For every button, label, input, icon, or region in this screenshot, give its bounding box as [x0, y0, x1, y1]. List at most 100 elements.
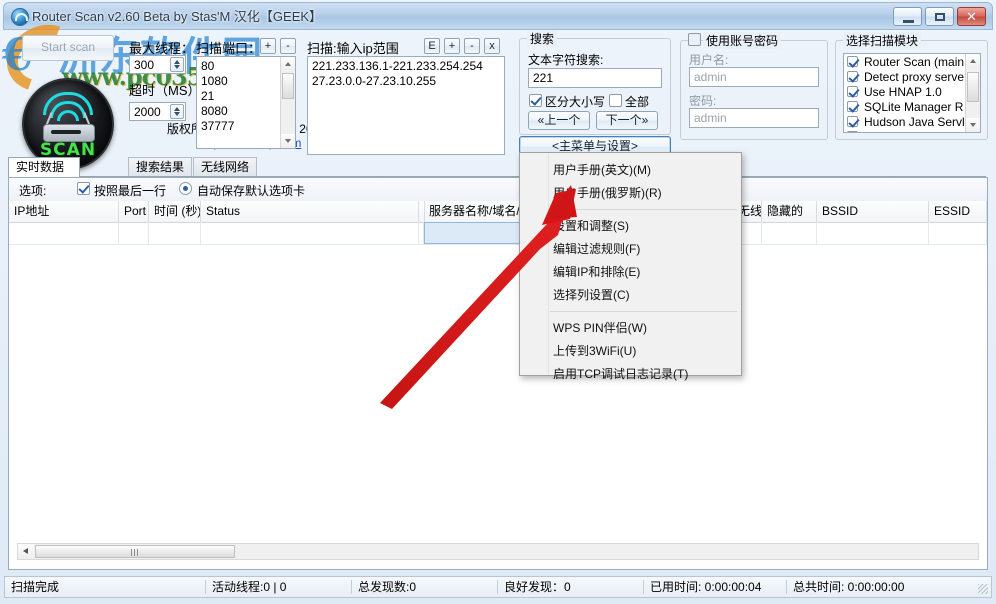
scrollbar-thumb[interactable] — [282, 73, 294, 99]
column-header[interactable]: Status — [201, 201, 419, 222]
use-account-checkbox[interactable] — [688, 33, 701, 46]
autosave-radio[interactable] — [179, 182, 192, 195]
horizontal-scrollbar-thumb[interactable] — [35, 545, 235, 558]
scan-ports-scrollbar[interactable] — [280, 57, 295, 148]
username-label: 用户名: — [689, 51, 728, 68]
scan-port-item[interactable]: 8080 — [197, 104, 279, 119]
scan-port-item[interactable]: 80 — [197, 59, 279, 74]
column-header[interactable]: 隐藏的 — [762, 201, 817, 222]
scroll-up-icon[interactable] — [281, 57, 295, 71]
column-header[interactable]: IP地址 — [9, 201, 119, 222]
start-scan-button[interactable]: Start scan — [22, 35, 114, 61]
table-cell[interactable] — [929, 222, 987, 244]
ip-range-item[interactable]: 221.233.136.1-221.233.254.254 — [312, 59, 504, 74]
search-input[interactable]: 221 — [528, 68, 662, 88]
tab-0[interactable]: 实时数据 — [8, 157, 80, 177]
scroll-up-icon[interactable] — [966, 54, 980, 68]
scrollbar-thumb[interactable] — [967, 72, 979, 102]
ip-range-list[interactable]: 221.233.136.1-221.233.254.25427.23.0.0-2… — [307, 56, 505, 155]
search-all-checkbox[interactable] — [609, 94, 622, 107]
table-cell[interactable] — [9, 222, 119, 244]
status-total-time: 总共时间: 0:00:00:00 — [787, 577, 937, 597]
scan-module-item[interactable]: Hudson Java Servlet — [844, 115, 964, 130]
table-cell[interactable] — [119, 222, 149, 244]
scroll-down-icon[interactable] — [281, 134, 295, 148]
scan-port-item[interactable]: 1080 — [197, 74, 279, 89]
max-threads-spinner[interactable] — [170, 57, 184, 72]
scroll-down-icon[interactable] — [966, 118, 980, 132]
module-checkbox[interactable] — [847, 56, 858, 67]
resize-grip[interactable] — [978, 584, 988, 594]
scan-module-item[interactable]: phpMyAdmin RCE — [844, 130, 964, 133]
menu-item[interactable]: WPS PIN伴侣(W) — [521, 317, 740, 339]
scan-module-item[interactable]: Use HNAP 1.0 — [844, 85, 964, 100]
close-button[interactable]: ✕ — [957, 7, 986, 26]
add-ip-button[interactable]: + — [444, 38, 460, 54]
menu-item[interactable]: 用户手册(俄罗斯)(R) — [521, 182, 740, 204]
menu-separator — [550, 311, 737, 312]
clear-ip-button[interactable]: x — [484, 38, 500, 54]
horizontal-scrollbar[interactable] — [17, 543, 979, 560]
search-all-label: 全部 — [625, 93, 649, 110]
timeout-spinner[interactable] — [170, 104, 184, 119]
module-label: SQLite Manager RCE — [864, 100, 964, 114]
column-header[interactable]: BSSID — [817, 201, 929, 222]
menu-item[interactable]: 上传到3WiFi(U) — [521, 340, 740, 362]
case-sensitive-label: 区分大小写 — [545, 93, 605, 110]
column-header[interactable]: ESSID — [929, 201, 987, 222]
scan-modules-scrollbar[interactable] — [965, 54, 980, 132]
table-cell[interactable] — [762, 222, 817, 244]
menu-item[interactable]: 设置和调整(S) — [521, 215, 740, 237]
scan-module-item[interactable]: SQLite Manager RCE — [844, 100, 964, 115]
search-prev-button[interactable]: «上一个 — [528, 111, 590, 130]
remove-ip-button[interactable]: - — [464, 38, 480, 54]
title-bar: Router Scan v2.60 Beta by Stas'M 汉化【GEEK… — [3, 2, 993, 30]
ip-range-label: 扫描:输入ip范围 — [307, 38, 399, 57]
ip-range-item[interactable]: 27.23.0.0-27.23.10.255 — [312, 74, 504, 89]
menu-item[interactable]: 用户手册(英文)(M) — [521, 159, 740, 181]
scan-module-item[interactable]: Detect proxy servers — [844, 70, 964, 85]
edit-ip-button[interactable]: E — [424, 38, 440, 54]
minimize-button[interactable] — [893, 7, 922, 26]
max-threads-field[interactable] — [129, 55, 186, 74]
scroll-left-icon[interactable] — [18, 544, 34, 559]
case-sensitive-checkbox[interactable] — [529, 94, 542, 107]
password-field[interactable]: admin — [689, 108, 819, 128]
options-label: 选项: — [19, 182, 46, 199]
follow-last-row-checkbox[interactable] — [77, 182, 90, 195]
scan-port-item[interactable]: 21 — [197, 89, 279, 104]
scan-module-item[interactable]: Router Scan (main) — [844, 55, 964, 70]
menu-item[interactable]: 选择列设置(C) — [521, 284, 740, 306]
column-header[interactable]: Port — [119, 201, 149, 222]
module-checkbox[interactable] — [847, 86, 858, 97]
window-title: Router Scan v2.60 Beta by Stas'M 汉化【GEEK… — [32, 8, 322, 25]
table-row[interactable] — [9, 222, 987, 245]
menu-item[interactable]: 编辑IP和排除(E) — [521, 261, 740, 283]
column-header[interactable]: 时间 (秒) — [149, 201, 201, 222]
scan-port-item[interactable]: 37777 — [197, 119, 279, 134]
module-checkbox[interactable] — [847, 71, 858, 82]
menu-item[interactable]: 编辑过滤规则(F) — [521, 238, 740, 260]
password-label: 密码: — [689, 92, 716, 109]
tab-2[interactable]: 无线网络 — [193, 157, 257, 177]
tab-1[interactable]: 搜索结果 — [128, 157, 192, 177]
maximize-button[interactable] — [925, 7, 954, 26]
module-checkbox[interactable] — [847, 116, 858, 127]
menu-item[interactable]: 启用TCP调试日志记录(T) — [521, 363, 740, 385]
table-cell[interactable] — [201, 222, 419, 244]
main-menu-dropdown: 用户手册(英文)(M)用户手册(俄罗斯)(R) 设置和调整(S)编辑过滤规则(F)… — [519, 152, 742, 376]
search-next-button[interactable]: 下一个» — [596, 111, 658, 130]
search-field-label: 文本字符搜索: — [528, 51, 603, 68]
table-cell[interactable] — [149, 222, 201, 244]
remove-port-button[interactable]: - — [280, 38, 296, 54]
timeout-field[interactable] — [129, 102, 186, 121]
module-checkbox[interactable] — [847, 101, 858, 112]
scan-ports-list[interactable]: 80108021808037777 — [196, 56, 296, 149]
follow-last-row-label: 按照最后一行 — [94, 182, 166, 199]
module-checkbox[interactable] — [847, 131, 858, 133]
scan-modules-list[interactable]: Router Scan (main)Detect proxy serversUs… — [843, 53, 981, 133]
username-field[interactable]: admin — [689, 67, 819, 87]
table-cell[interactable] — [817, 222, 929, 244]
module-label: Hudson Java Servlet — [864, 115, 964, 129]
add-port-button[interactable]: + — [260, 38, 276, 54]
